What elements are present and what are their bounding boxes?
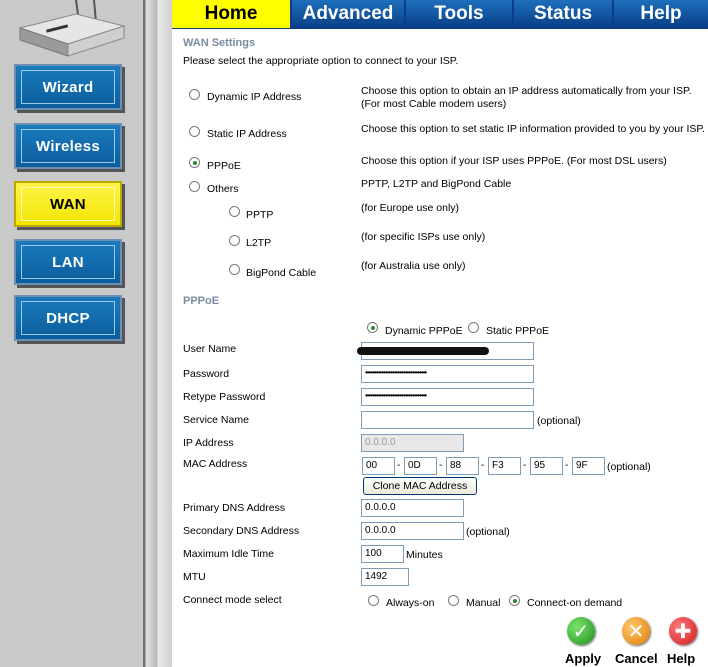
sidebar-item-label: Wireless bbox=[36, 137, 100, 155]
radio-others[interactable] bbox=[189, 181, 200, 192]
mac-octet-1[interactable]: 00 bbox=[362, 457, 395, 475]
ip-address-input: 0.0.0.0 bbox=[361, 434, 464, 452]
checkmark-icon: ✓ bbox=[572, 620, 590, 643]
mac-octet-4[interactable]: F3 bbox=[488, 457, 521, 475]
mac-optional: (optional) bbox=[607, 461, 651, 473]
radio-dynamic-ip[interactable] bbox=[189, 89, 200, 100]
service-name-optional: (optional) bbox=[537, 415, 581, 427]
dynamic-ip-label: Dynamic IP Address bbox=[207, 91, 302, 103]
retype-password-input[interactable]: •••••••••••••••••••••••••••••••••• bbox=[361, 388, 534, 406]
radio-static-pppoe[interactable] bbox=[468, 322, 479, 333]
manual-label: Manual bbox=[466, 597, 501, 609]
mac-octet-3[interactable]: 88 bbox=[446, 457, 479, 475]
pppoe-section-title: PPPoE bbox=[183, 295, 220, 307]
sidebar-item-label: Wizard bbox=[42, 78, 94, 96]
static-pppoe-label: Static PPPoE bbox=[486, 325, 550, 337]
primary-dns-label: Primary DNS Address bbox=[183, 502, 286, 514]
secondary-dns-label: Secondary DNS Address bbox=[183, 525, 300, 537]
l2tp-label: L2TP bbox=[246, 237, 272, 249]
radio-always-on[interactable] bbox=[368, 595, 379, 606]
sidebar-item-wireless[interactable]: Wireless bbox=[14, 123, 122, 169]
others-desc: PPTP, L2TP and BigPond Cable bbox=[361, 178, 512, 190]
l2tp-desc: (for specific ISPs use only) bbox=[361, 231, 486, 243]
redacted-username bbox=[357, 347, 489, 355]
mtu-label: MTU bbox=[183, 571, 206, 583]
static-ip-desc: Choose this option to set static IP info… bbox=[361, 123, 705, 135]
pptp-label: PPTP bbox=[246, 209, 274, 221]
user-name-label: User Name bbox=[183, 343, 237, 355]
radio-static-ip[interactable] bbox=[189, 126, 200, 137]
radio-pppoe[interactable] bbox=[189, 157, 200, 168]
tab-status[interactable]: Status bbox=[514, 0, 612, 28]
always-on-label: Always-on bbox=[386, 597, 435, 609]
sidebar-item-wan[interactable]: WAN bbox=[14, 181, 122, 227]
apply-label[interactable]: Apply bbox=[565, 651, 601, 666]
secondary-dns-input[interactable]: 0.0.0.0 bbox=[361, 522, 464, 540]
ip-address-label: IP Address bbox=[183, 437, 234, 449]
wan-settings-title: WAN Settings bbox=[183, 37, 256, 49]
radio-manual[interactable] bbox=[448, 595, 459, 606]
apply-button[interactable]: ✓ bbox=[567, 617, 595, 645]
cancel-label[interactable]: Cancel bbox=[615, 651, 658, 666]
others-label: Others bbox=[207, 183, 239, 195]
clone-mac-button[interactable]: Clone MAC Address bbox=[363, 477, 477, 495]
dynamic-ip-desc: Choose this option to obtain an IP addre… bbox=[361, 85, 692, 110]
bigpond-desc: (for Australia use only) bbox=[361, 260, 466, 272]
sidebar-item-label: LAN bbox=[52, 253, 84, 271]
help-label[interactable]: Help bbox=[667, 651, 695, 666]
max-idle-label: Maximum Idle Time bbox=[183, 548, 275, 560]
sidebar-item-dhcp[interactable]: DHCP bbox=[14, 295, 122, 341]
sidebar-divider bbox=[143, 0, 172, 667]
connect-mode-label: Connect mode select bbox=[183, 594, 282, 606]
wan-intro-text: Please select the appropriate option to … bbox=[183, 55, 459, 67]
dynamic-pppoe-label: Dynamic PPPoE bbox=[385, 325, 463, 337]
password-input[interactable]: •••••••••••••••••••••••••••••••••• bbox=[361, 365, 534, 383]
minutes-label: Minutes bbox=[406, 549, 443, 561]
sidebar-item-label: WAN bbox=[50, 195, 86, 213]
service-name-label: Service Name bbox=[183, 414, 249, 426]
plus-icon: ✚ bbox=[674, 620, 692, 643]
pppoe-desc: Choose this option if your ISP uses PPPo… bbox=[361, 155, 667, 167]
mac-octet-5[interactable]: 95 bbox=[530, 457, 563, 475]
tab-home[interactable]: Home bbox=[172, 0, 290, 28]
radio-pptp[interactable] bbox=[229, 206, 240, 217]
connect-on-demand-label: Connect-on demand bbox=[527, 597, 623, 609]
secondary-dns-optional: (optional) bbox=[466, 526, 510, 538]
help-button[interactable]: ✚ bbox=[669, 617, 697, 645]
max-idle-input[interactable]: 100 bbox=[361, 545, 404, 563]
router-logo bbox=[18, 0, 126, 57]
static-ip-label: Static IP Address bbox=[207, 128, 287, 140]
radio-connect-on-demand[interactable] bbox=[509, 595, 520, 606]
cancel-button[interactable]: ✕ bbox=[622, 617, 650, 645]
mac-octet-6[interactable]: 9F bbox=[572, 457, 605, 475]
sidebar-item-label: DHCP bbox=[46, 309, 90, 327]
mtu-input[interactable]: 1492 bbox=[361, 568, 409, 586]
radio-dynamic-pppoe[interactable] bbox=[367, 322, 378, 333]
tab-advanced[interactable]: Advanced bbox=[292, 0, 404, 28]
radio-bigpond[interactable] bbox=[229, 264, 240, 275]
mac-octet-2[interactable]: 0D bbox=[404, 457, 437, 475]
sidebar-item-lan[interactable]: LAN bbox=[14, 239, 122, 285]
tab-help[interactable]: Help bbox=[614, 0, 708, 28]
sidebar-item-wizard[interactable]: Wizard bbox=[14, 64, 122, 110]
cancel-x-icon: ✕ bbox=[627, 620, 645, 643]
retype-password-label: Retype Password bbox=[183, 391, 266, 403]
mac-address-label: MAC Address bbox=[183, 458, 248, 470]
primary-dns-input[interactable]: 0.0.0.0 bbox=[361, 499, 464, 517]
service-name-input[interactable] bbox=[361, 411, 534, 429]
password-label: Password bbox=[183, 368, 230, 380]
tab-tools[interactable]: Tools bbox=[406, 0, 512, 28]
pppoe-label: PPPoE bbox=[207, 160, 241, 172]
bigpond-label: BigPond Cable bbox=[246, 267, 317, 279]
radio-l2tp[interactable] bbox=[229, 235, 240, 246]
pptp-desc: (for Europe use only) bbox=[361, 202, 460, 214]
